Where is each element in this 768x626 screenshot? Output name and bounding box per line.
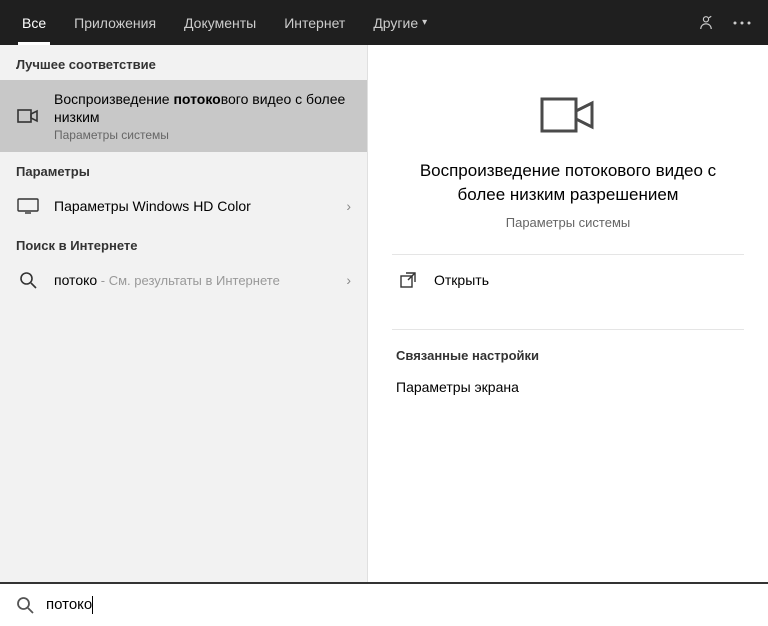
search-icon xyxy=(16,596,34,614)
tab-web[interactable]: Интернет xyxy=(270,0,359,45)
video-camera-icon xyxy=(16,108,40,124)
preview-title: Воспроизведение потокового видео с более… xyxy=(392,159,744,207)
tab-documents[interactable]: Документы xyxy=(170,0,270,45)
preview-panel: Воспроизведение потокового видео с более… xyxy=(368,45,768,582)
chevron-right-icon: › xyxy=(346,198,351,214)
best-match-header: Лучшее соответствие xyxy=(0,45,367,80)
results-panel: Лучшее соответствие Воспроизведение пото… xyxy=(0,45,368,582)
tab-label: Интернет xyxy=(284,15,345,31)
search-input[interactable]: потоко xyxy=(46,596,752,614)
result-body: Параметры Windows HD Color xyxy=(54,197,338,215)
result-body: Воспроизведение потокового видео с более… xyxy=(54,90,351,142)
result-subtitle: Параметры системы xyxy=(54,128,351,142)
settings-result[interactable]: Параметры Windows HD Color › xyxy=(0,187,367,225)
tab-label: Другие xyxy=(373,15,418,31)
tab-label: Все xyxy=(22,15,46,31)
display-icon xyxy=(16,198,40,214)
open-action[interactable]: Открыть xyxy=(392,255,744,305)
web-search-result[interactable]: потоко - См. результаты в Интернете › xyxy=(0,261,367,300)
search-icon xyxy=(16,271,40,289)
related-setting-item[interactable]: Параметры экрана xyxy=(392,371,744,403)
result-title: Воспроизведение потокового видео с более… xyxy=(54,90,351,126)
header-bar: Все Приложения Документы Интернет Другие… xyxy=(0,0,768,45)
result-body: потоко - См. результаты в Интернете xyxy=(54,271,338,290)
tab-apps[interactable]: Приложения xyxy=(60,0,170,45)
tab-label: Документы xyxy=(184,15,256,31)
tab-label: Приложения xyxy=(74,15,156,31)
content-area: Лучшее соответствие Воспроизведение пото… xyxy=(0,45,768,582)
chevron-right-icon: › xyxy=(346,272,351,288)
open-label: Открыть xyxy=(434,272,489,288)
tab-other[interactable]: Другие ▾ xyxy=(359,0,441,45)
web-search-header: Поиск в Интернете xyxy=(0,226,367,261)
best-match-result[interactable]: Воспроизведение потокового видео с более… xyxy=(0,80,367,152)
settings-header: Параметры xyxy=(0,152,367,187)
tab-all[interactable]: Все xyxy=(8,0,60,45)
open-icon xyxy=(396,271,420,289)
related-settings-header: Связанные настройки xyxy=(392,330,744,371)
chevron-down-icon: ▾ xyxy=(422,17,427,28)
more-icon[interactable] xyxy=(724,5,760,41)
tabs: Все Приложения Документы Интернет Другие… xyxy=(8,0,441,45)
preview-subtitle: Параметры системы xyxy=(392,215,744,230)
video-camera-icon xyxy=(392,95,744,135)
result-title: потоко - См. результаты в Интернете xyxy=(54,271,338,290)
feedback-icon[interactable] xyxy=(688,5,724,41)
result-title: Параметры Windows HD Color xyxy=(54,197,338,215)
search-bar[interactable]: потоко xyxy=(0,582,768,626)
